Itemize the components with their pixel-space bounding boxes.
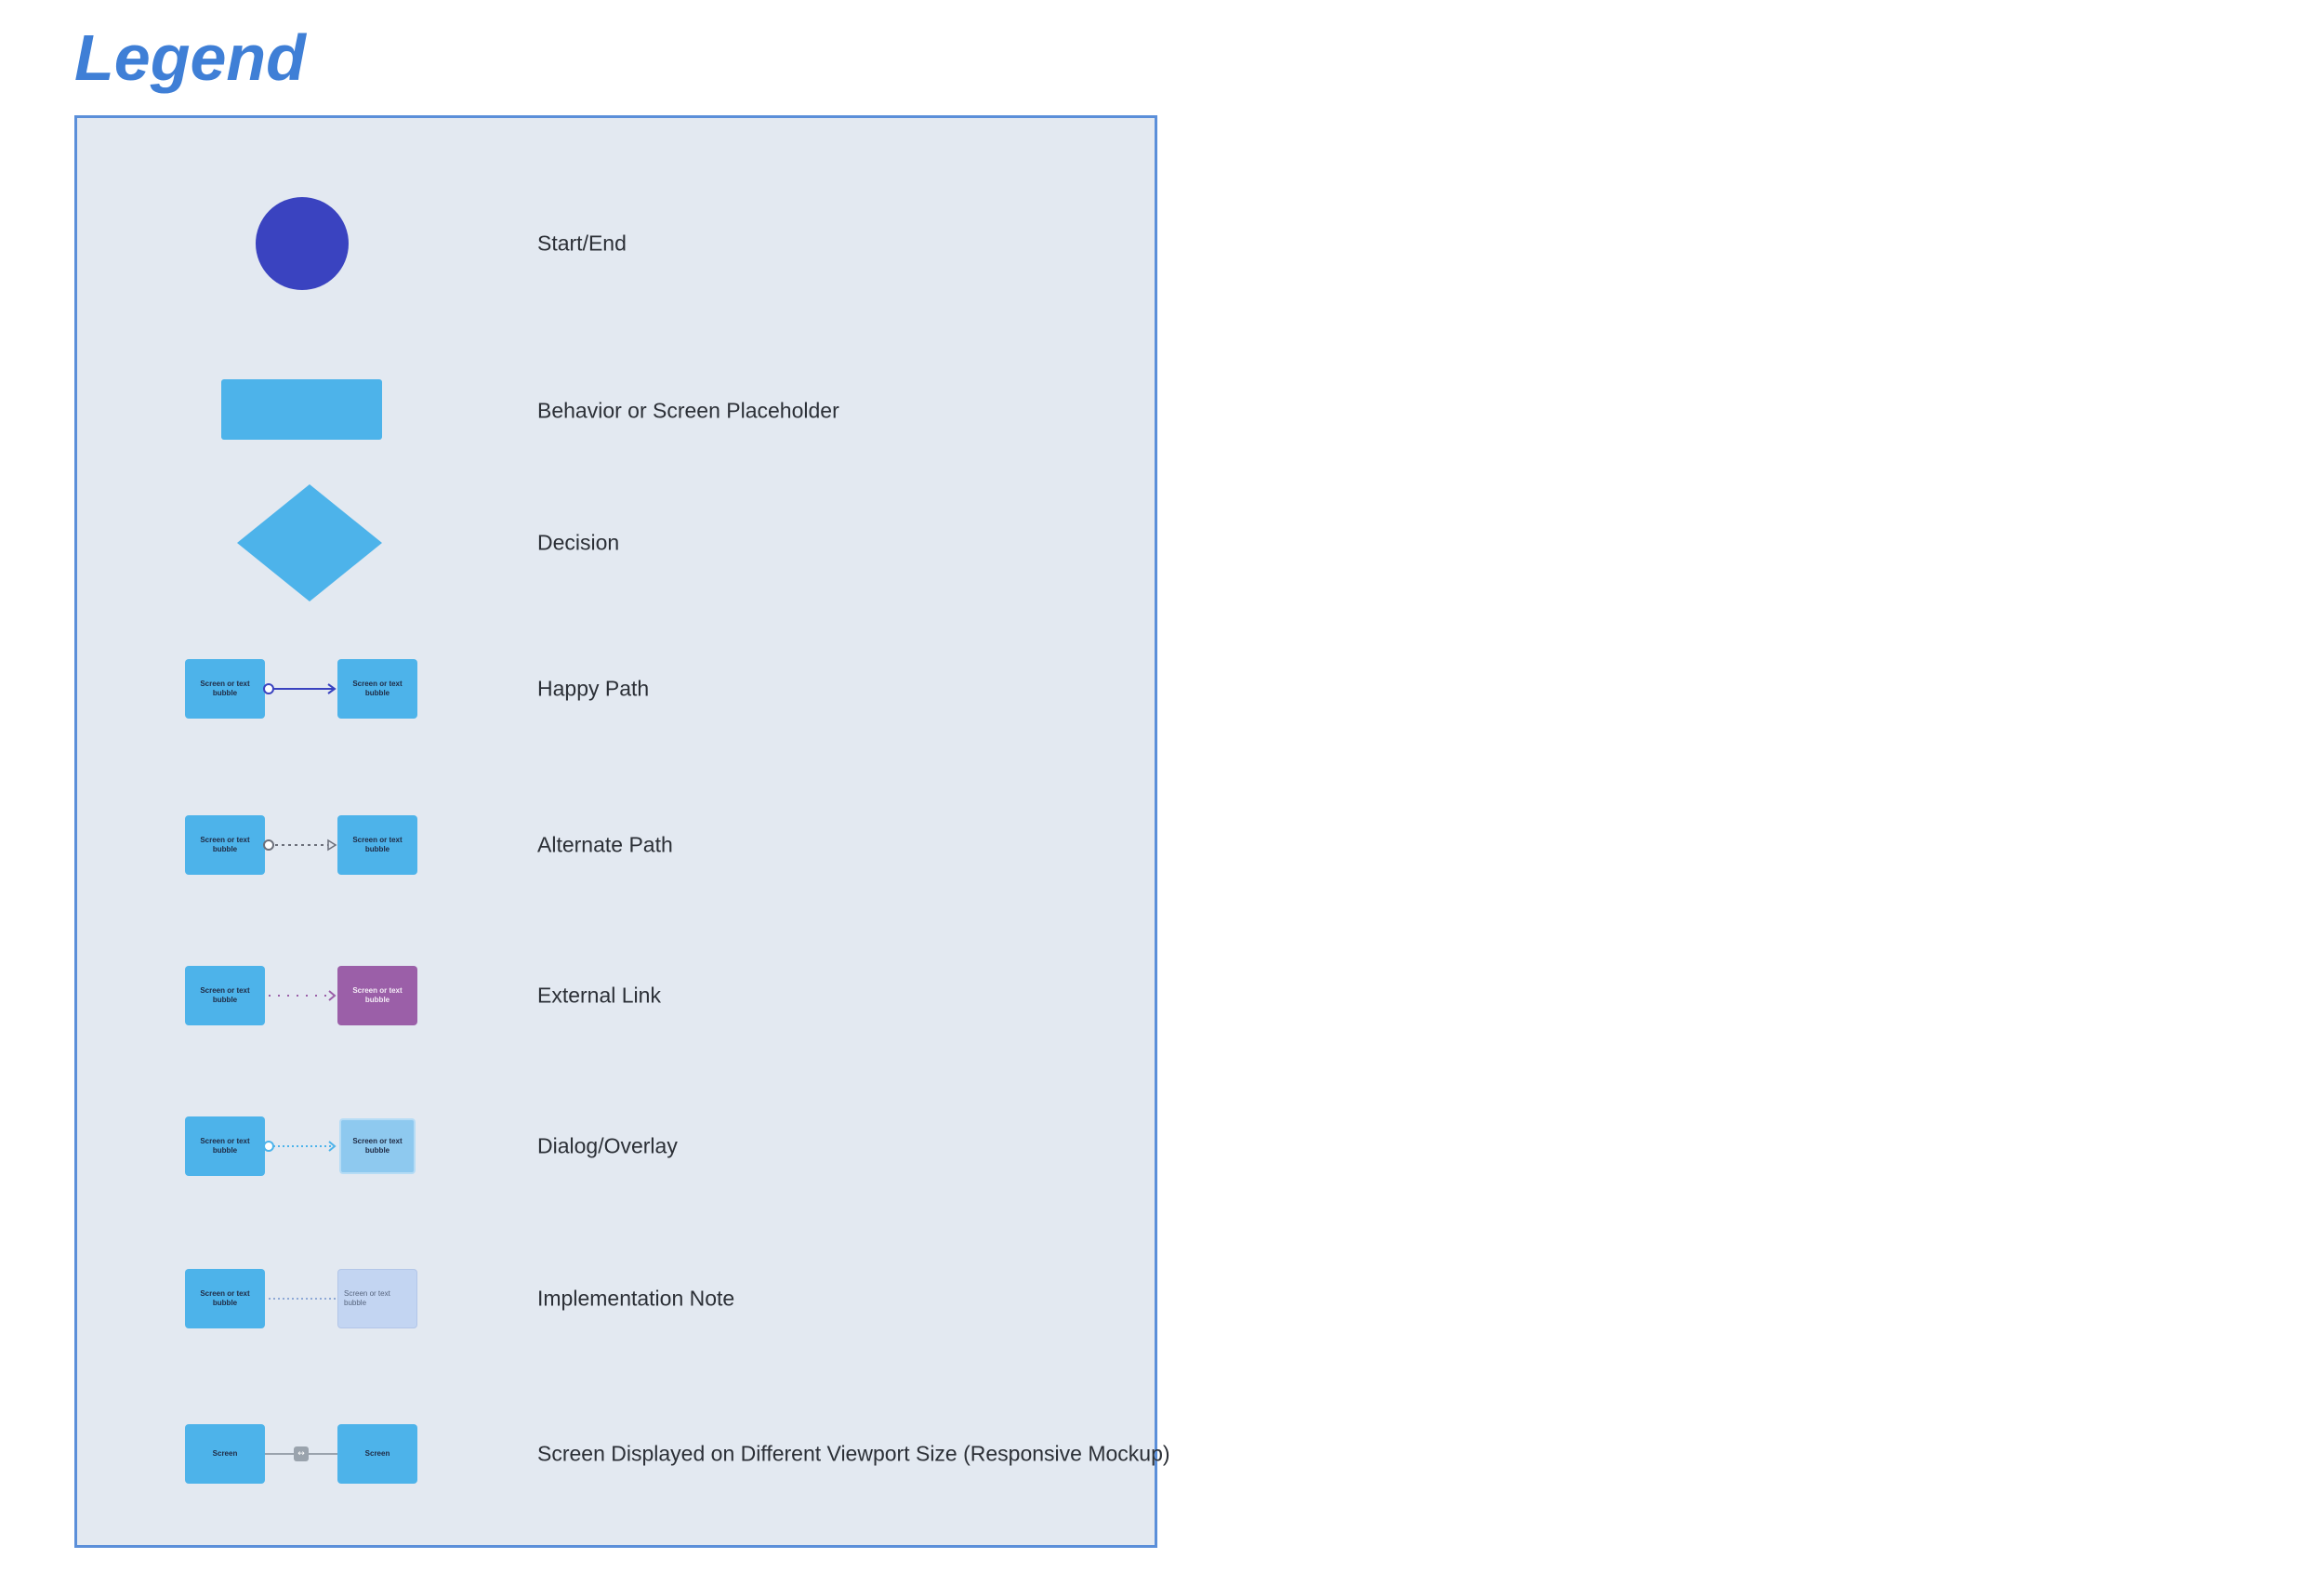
implementation-note-source-box: Screen or text bubble: [185, 1269, 265, 1328]
start-end-circle: [256, 197, 349, 290]
alternate-path-connector: [263, 839, 337, 852]
responsive-label: Screen Displayed on Different Viewport S…: [537, 1441, 1170, 1466]
dialog-overlay-connector: [263, 1141, 337, 1152]
dialog-overlay-target-box: Screen or text bubble: [339, 1118, 416, 1174]
responsive-source-box: Screen: [185, 1424, 265, 1484]
external-link-source-box: Screen or text bubble: [185, 966, 265, 1025]
alternate-path-source-box: Screen or text bubble: [185, 815, 265, 875]
link-icon: ↔: [294, 1446, 309, 1461]
responsive-target-box: Screen: [337, 1424, 417, 1484]
happy-path-source-box: Screen or text bubble: [185, 659, 265, 719]
dialog-overlay-label: Dialog/Overlay: [537, 1133, 678, 1158]
external-link-target-box: Screen or text bubble: [337, 966, 417, 1025]
external-link-connector: [269, 990, 337, 1001]
alternate-path-target-box: Screen or text bubble: [337, 815, 417, 875]
implementation-note-target-box: Screen or text bubble: [337, 1269, 417, 1328]
external-link-label: External Link: [537, 983, 661, 1008]
happy-path-target-box: Screen or text bubble: [337, 659, 417, 719]
implementation-note-label: Implementation Note: [537, 1286, 735, 1311]
decision-diamond: [237, 484, 382, 601]
happy-path-connector: [263, 683, 337, 694]
happy-path-label: Happy Path: [537, 676, 650, 701]
dialog-overlay-source-box: Screen or text bubble: [185, 1116, 265, 1176]
behavior-rectangle: [221, 379, 382, 440]
legend-title: Legend: [74, 21, 306, 94]
alternate-path-label: Alternate Path: [537, 832, 673, 857]
implementation-note-connector: [269, 1298, 337, 1300]
legend-panel: Start/End Behavior or Screen Placeholder…: [74, 115, 1170, 1548]
start-end-label: Start/End: [537, 231, 627, 256]
behavior-label: Behavior or Screen Placeholder: [537, 398, 839, 423]
decision-label: Decision: [537, 530, 620, 555]
